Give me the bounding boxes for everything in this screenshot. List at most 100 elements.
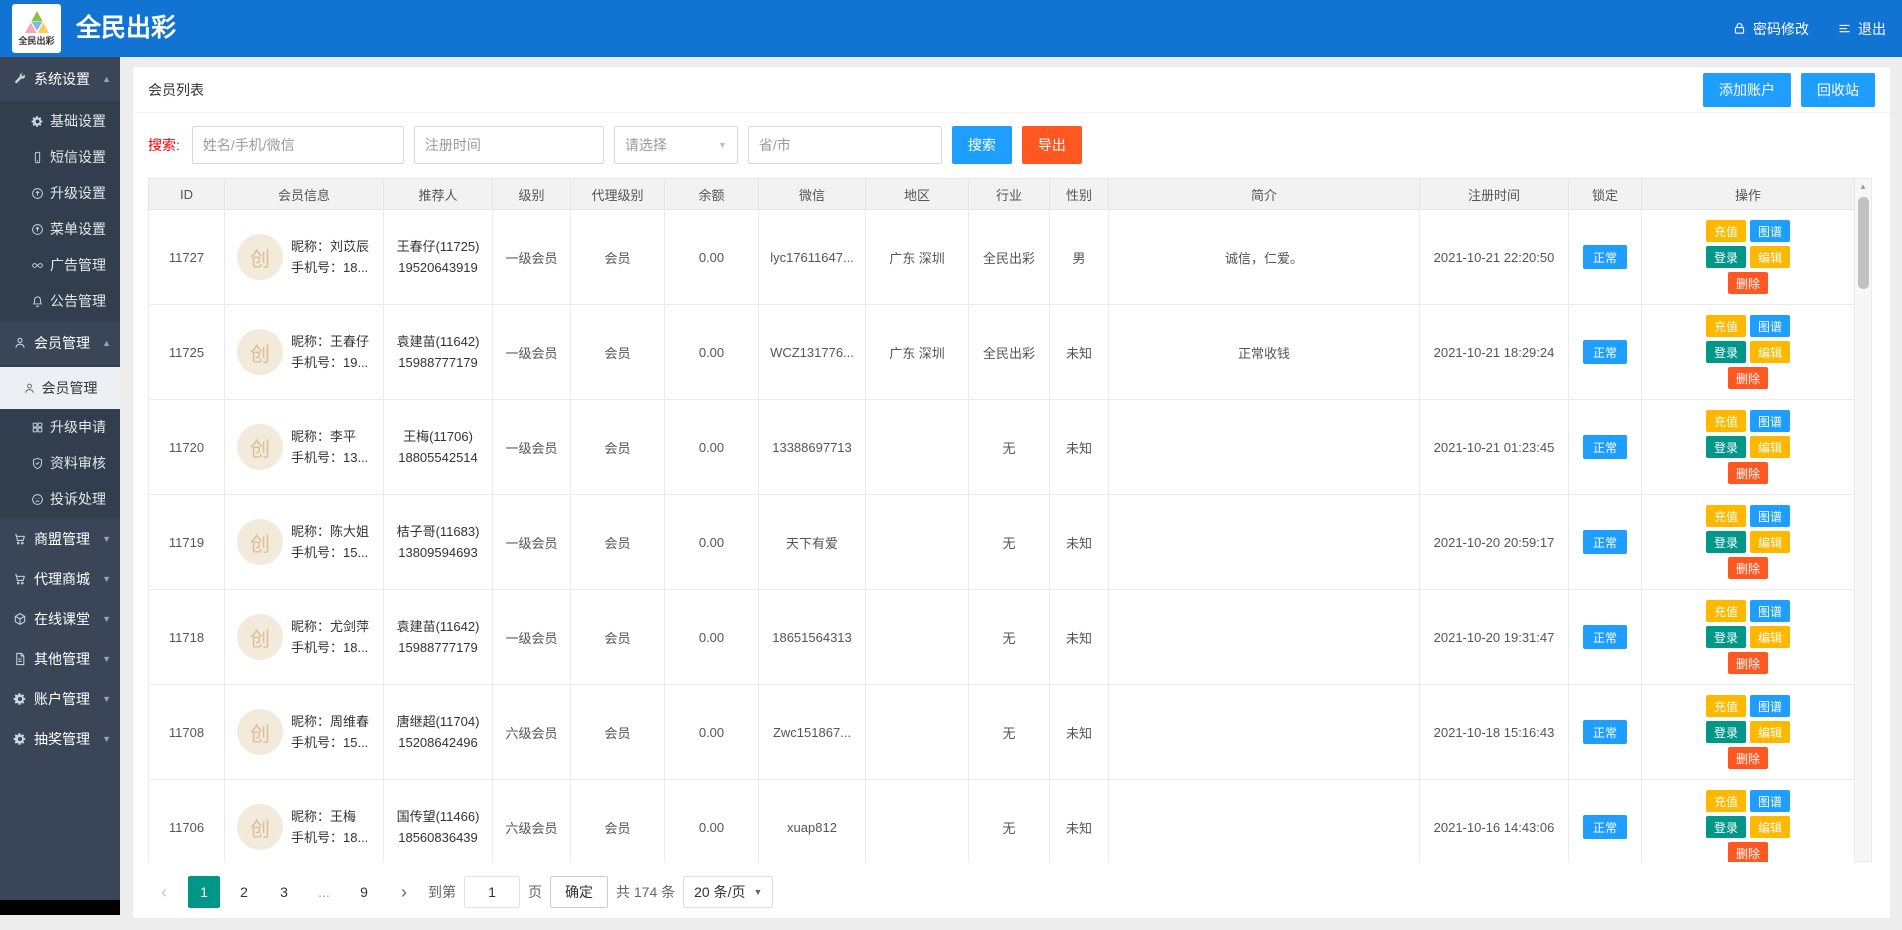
sidebar-group-label: 系统设置 [34,71,90,87]
register-time-cell: 2021-10-21 18:29:24 [1419,304,1569,400]
sidebar-item-menu-settings[interactable]: 菜单设置 [0,211,120,247]
sidebar-group-account-management[interactable]: 账户管理 ▼ [0,679,120,719]
page-button-9[interactable]: 9 [348,876,380,908]
search-region-input[interactable] [747,126,942,164]
lock-status-button[interactable]: 正常 [1582,435,1627,459]
sidebar-item-data-review[interactable]: 资料审核 [0,445,120,481]
page-button-2[interactable]: 2 [228,876,260,908]
atlas-button[interactable]: 图谱 [1750,695,1791,717]
edit-button[interactable]: 编辑 [1750,721,1791,743]
sidebar-group-member-management[interactable]: 会员管理 ▲ [0,321,120,365]
recycle-bin-button[interactable]: 回收站 [1801,72,1875,107]
sidebar-item-upgrade-settings[interactable]: 升级设置 [0,175,120,211]
sidebar-item-sms-settings[interactable]: 短信设置 [0,139,120,175]
page-button-3[interactable]: 3 [268,876,300,908]
atlas-button[interactable]: 图谱 [1750,600,1791,622]
atlas-button[interactable]: 图谱 [1750,790,1791,812]
password-change-button[interactable]: 密码修改 [1732,19,1809,39]
search-name-input[interactable] [191,126,404,164]
register-time-cell: 2021-10-20 19:31:47 [1419,589,1569,685]
logout-button[interactable]: 退出 [1837,19,1886,39]
login-button[interactable]: 登录 [1705,531,1746,553]
scrollbar-thumb[interactable] [1857,197,1869,289]
delete-button[interactable]: 删除 [1727,557,1768,579]
lock-status-button[interactable]: 正常 [1582,340,1627,364]
search-button[interactable]: 搜索 [951,126,1012,164]
recharge-button[interactable]: 充值 [1705,695,1746,717]
recharge-button[interactable]: 充值 [1705,505,1746,527]
login-button[interactable]: 登录 [1705,246,1746,268]
sidebar-group-system-settings[interactable]: 系统设置 ▲ [0,57,120,101]
sidebar-group-label: 抽奖管理 [34,731,90,747]
col-header-member-info: 会员信息 [224,178,384,210]
add-account-button[interactable]: 添加账户 [1703,72,1791,107]
sidebar-group-online-classroom[interactable]: 在线课堂 ▼ [0,599,120,639]
delete-button[interactable]: 删除 [1727,652,1768,674]
sidebar-item-announcement-management[interactable]: 公告管理 [0,283,120,319]
recharge-button[interactable]: 充值 [1705,600,1746,622]
edit-button[interactable]: 编辑 [1750,246,1791,268]
edit-button[interactable]: 编辑 [1750,341,1791,363]
goto-page-input[interactable] [464,876,520,908]
table-scrollbar[interactable]: ▲ [1855,178,1872,862]
delete-button[interactable]: 删除 [1727,272,1768,294]
referrer-cell: 王春仔(11725) 19520643919 [383,209,493,305]
login-button[interactable]: 登录 [1705,341,1746,363]
lock-status-button[interactable]: 正常 [1582,245,1627,269]
sidebar-item-ad-management[interactable]: 广告管理 [0,247,120,283]
sidebar-item-complaint-handling[interactable]: 投诉处理 [0,481,120,517]
edit-button[interactable]: 编辑 [1750,626,1791,648]
register-time-cell: 2021-10-21 01:23:45 [1419,399,1569,495]
gear-icon [13,693,26,705]
atlas-button[interactable]: 图谱 [1750,505,1791,527]
delete-button[interactable]: 删除 [1727,462,1768,484]
delete-button[interactable]: 删除 [1727,747,1768,769]
atlas-button[interactable]: 图谱 [1750,315,1791,337]
next-page-button[interactable]: › [388,876,420,908]
recharge-button[interactable]: 充值 [1705,220,1746,242]
logout-label: 退出 [1858,20,1886,37]
edit-button[interactable]: 编辑 [1750,531,1791,553]
delete-button[interactable]: 删除 [1727,842,1768,862]
sidebar-group-lottery-management[interactable]: 抽奖管理 ▼ [0,719,120,759]
delete-button[interactable]: 删除 [1727,367,1768,389]
login-button[interactable]: 登录 [1705,436,1746,458]
edit-button[interactable]: 编辑 [1750,816,1791,838]
member-info-cell: 创 昵称：刘苡辰 手机号：18... [224,209,384,305]
login-button[interactable]: 登录 [1705,816,1746,838]
lock-status-button[interactable]: 正常 [1582,530,1627,554]
lock-status-button[interactable]: 正常 [1582,815,1627,839]
lock-cell: 正常 [1568,399,1642,495]
scrollbar-up-arrow-icon[interactable]: ▲ [1859,179,1867,195]
recharge-button[interactable]: 充值 [1705,315,1746,337]
atlas-button[interactable]: 图谱 [1750,410,1791,432]
search-register-time-input[interactable] [413,126,604,164]
sidebar-group-other-management[interactable]: 其他管理 ▼ [0,639,120,679]
system-settings-submenu: 基础设置 短信设置 升级设置 菜单设置 广告管理 公告管理 [0,101,120,321]
table-row: 11725 创 昵称：王春仔 手机号：19... 袁建苗(11642) 1598… [148,304,1855,400]
login-button[interactable]: 登录 [1705,721,1746,743]
wechat-cell: 18651564313 [758,589,866,685]
atlas-button[interactable]: 图谱 [1750,220,1791,242]
recharge-button[interactable]: 充值 [1705,410,1746,432]
page-size-select[interactable]: 20 条/页 ▼ [683,876,774,908]
lock-status-button[interactable]: 正常 [1582,625,1627,649]
sidebar-item-label: 升级申请 [50,419,106,435]
chevron-down-icon: ▼ [753,887,763,897]
sidebar-item-basic-settings[interactable]: 基础设置 [0,103,120,139]
lock-status-button[interactable]: 正常 [1582,720,1627,744]
sidebar-item-member-management[interactable]: 会员管理 [0,367,120,409]
search-select-dropdown[interactable]: 请选择 ▼ [613,126,738,164]
sidebar-group-agent-mall[interactable]: 代理商城 ▼ [0,559,120,599]
recharge-button[interactable]: 充值 [1705,790,1746,812]
region-cell [865,589,969,685]
page-button-1[interactable]: 1 [188,876,220,908]
prev-page-button[interactable]: ‹ [148,876,180,908]
chevron-down-icon: ▼ [102,534,111,544]
sidebar-item-upgrade-application[interactable]: 升级申请 [0,409,120,445]
sidebar-group-alliance-management[interactable]: 商盟管理 ▼ [0,519,120,559]
edit-button[interactable]: 编辑 [1750,436,1791,458]
login-button[interactable]: 登录 [1705,626,1746,648]
export-button[interactable]: 导出 [1021,126,1082,164]
confirm-page-button[interactable]: 确定 [550,876,608,908]
